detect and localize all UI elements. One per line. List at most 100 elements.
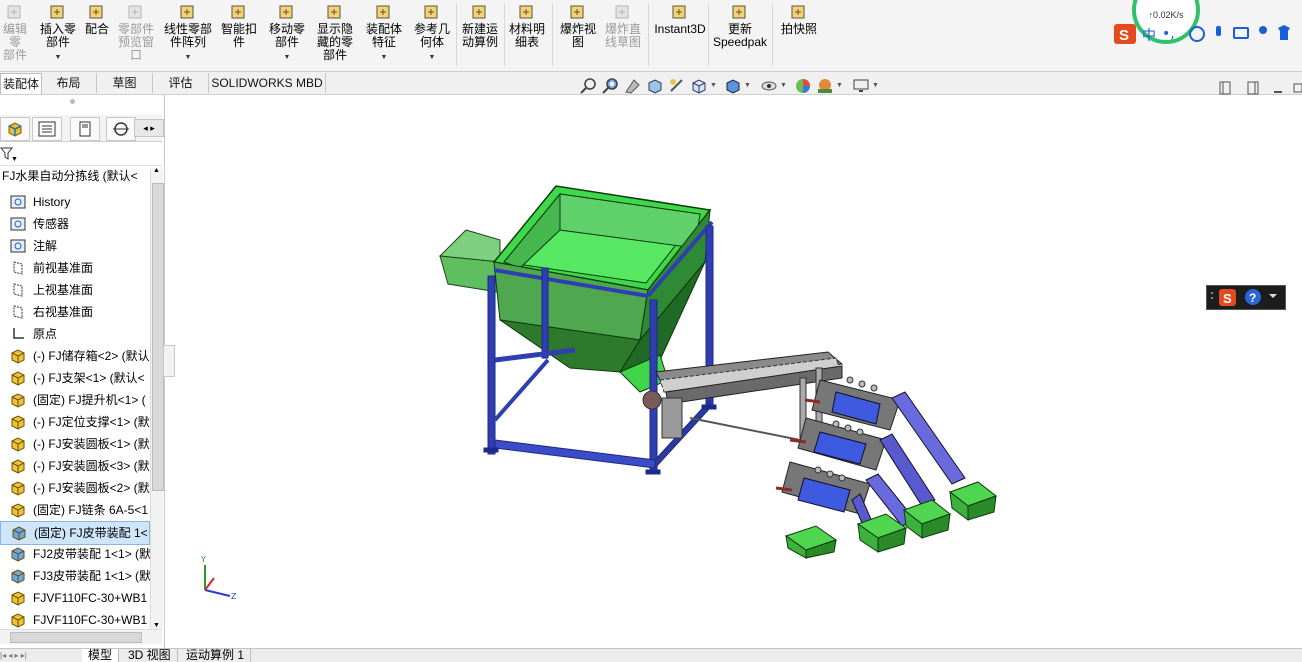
instant3d-icon bbox=[672, 5, 686, 19]
filter-funnel-icon[interactable]: ▼ bbox=[0, 145, 18, 163]
part-icon bbox=[11, 481, 25, 496]
tree-node[interactable]: History bbox=[0, 191, 148, 213]
ribbon-button-8[interactable]: 装配体 特征 ▼ bbox=[362, 0, 406, 70]
property-manager-tab-icon[interactable] bbox=[32, 117, 62, 141]
tree-node[interactable]: 注解 bbox=[0, 235, 148, 257]
apply-scene-icon[interactable] bbox=[816, 77, 834, 95]
tab-assembly[interactable]: 装配体 bbox=[0, 73, 42, 94]
chevron-down-icon[interactable]: ▼ bbox=[780, 82, 787, 89]
tree-node[interactable]: 上视基准面 bbox=[0, 279, 148, 301]
ribbon-button-3[interactable]: 零部件 预览窗 口 bbox=[116, 0, 156, 70]
chevron-down-icon[interactable]: ▼ bbox=[264, 51, 310, 64]
view-orientation-icon[interactable] bbox=[690, 77, 708, 95]
tree-node-label: History bbox=[33, 195, 71, 209]
tab-nav-arrows[interactable]: |◂ ◂ ▸ ▸| bbox=[0, 649, 76, 662]
tree-node[interactable]: 传感器 bbox=[0, 213, 148, 235]
tree-node[interactable]: (-) FJ定位支撑<1> (默 bbox=[0, 411, 150, 433]
previous-view-icon[interactable] bbox=[624, 77, 642, 95]
graphics-area[interactable]: Y Z bbox=[165, 100, 1302, 646]
subassembly-icon bbox=[11, 569, 25, 584]
ime-toolbar-icons: S 中 •, bbox=[1114, 24, 1290, 44]
ribbon-button-16[interactable]: 拍快照 bbox=[778, 0, 820, 70]
part-icon bbox=[11, 591, 25, 606]
tree-node-label: 前视基准面 bbox=[33, 261, 94, 275]
tree-hscroll-thumb[interactable] bbox=[10, 632, 142, 643]
ribbon-button-14[interactable]: Instant3D bbox=[652, 0, 708, 70]
feature-manager-panel: ◂ ▸ ▼ FJ水果自动分拣线 (默认< History 传感器 注解前视基准面上视… bbox=[0, 95, 175, 648]
ribbon-button-13[interactable]: 爆炸直 线草图 bbox=[602, 0, 644, 70]
ribbon-separator bbox=[772, 4, 773, 66]
viewport-controls-icons[interactable] bbox=[1218, 80, 1302, 96]
section-view-icon[interactable] bbox=[646, 77, 664, 95]
ribbon-button-6[interactable]: 移动零 部件 ▼ bbox=[264, 0, 310, 70]
chevron-down-icon[interactable]: ▼ bbox=[836, 82, 843, 89]
tree-node[interactable]: 右视基准面 bbox=[0, 301, 148, 323]
dimxpert-tab-icon[interactable] bbox=[106, 117, 136, 141]
chevron-down-icon[interactable]: ▼ bbox=[36, 51, 80, 64]
ribbon-button-label: 爆炸直 线草图 bbox=[604, 22, 641, 49]
ribbon-button-10[interactable]: 新建运 动算例 bbox=[458, 0, 502, 70]
tab-solidworks-mbd[interactable]: SOLIDWORKS MBD bbox=[209, 73, 326, 93]
ribbon-button-7[interactable]: 显示隐 藏的零 部件 bbox=[312, 0, 358, 70]
tab-motion-study[interactable]: 运动算例 1 bbox=[180, 649, 252, 662]
tab-model[interactable]: 模型 bbox=[82, 649, 120, 662]
view-settings-monitor-icon[interactable] bbox=[852, 77, 870, 95]
ribbon-button-4[interactable]: 线性零部 件阵列 ▼ bbox=[160, 0, 216, 70]
ribbon-button-15[interactable]: 更新 Speedpak bbox=[712, 0, 768, 70]
scroll-down-arrow-icon[interactable]: ▼ bbox=[153, 622, 160, 629]
tree-node[interactable]: (-) FJ储存箱<2> (默认 bbox=[0, 345, 150, 367]
tab-evaluate[interactable]: 评估 bbox=[153, 73, 209, 93]
tree-node[interactable]: FJ3皮带装配 1<1> (默 bbox=[0, 565, 150, 587]
feature-tree: History 传感器 注解前视基准面上视基准面 右视基准面 原点 (-) FJ储存箱<2… bbox=[0, 191, 150, 629]
scroll-up-arrow-icon[interactable]: ▲ bbox=[153, 167, 160, 174]
svg-text:S: S bbox=[1119, 27, 1129, 44]
tab-3d-view[interactable]: 3D 视图 bbox=[122, 649, 178, 662]
chevron-down-icon[interactable]: ▼ bbox=[710, 82, 717, 89]
tree-node[interactable]: FJ2皮带装配 1<1> (默 bbox=[0, 543, 150, 565]
dynamic-annotation-icon[interactable] bbox=[668, 77, 686, 95]
chevron-down-icon[interactable]: ▼ bbox=[160, 51, 216, 64]
ribbon-button-11[interactable]: 材料明 细表 bbox=[506, 0, 548, 70]
configuration-manager-tab-icon[interactable] bbox=[70, 117, 100, 141]
chevron-down-icon[interactable]: ▼ bbox=[362, 51, 406, 64]
chevron-down-icon[interactable]: ▼ bbox=[744, 82, 751, 89]
tree-node-label: FJVF110FC-30+WB1 bbox=[33, 591, 148, 605]
tree-scrollbar-thumb[interactable] bbox=[152, 183, 164, 491]
tab-layout[interactable]: 布局 bbox=[41, 73, 97, 93]
tree-node[interactable]: 原点 bbox=[0, 323, 148, 345]
ribbon-button-5[interactable]: 智能扣 件 bbox=[218, 0, 260, 70]
tree-node[interactable]: (固定) FJ提升机<1> ( bbox=[0, 389, 148, 411]
tree-root-assembly[interactable]: FJ水果自动分拣线 (默认< bbox=[0, 165, 150, 187]
tree-node[interactable]: 前视基准面 bbox=[0, 257, 148, 279]
zoom-to-fit-icon[interactable] bbox=[580, 77, 598, 95]
ribbon-button-label: 新建运 动算例 bbox=[461, 22, 498, 49]
chevron-down-icon[interactable]: ▼ bbox=[410, 51, 454, 64]
chevron-down-icon[interactable]: ▼ bbox=[872, 82, 879, 89]
tree-node[interactable]: (-) FJ安装圆板<3> (默 bbox=[0, 455, 150, 477]
tree-horizontal-scrollbar[interactable] bbox=[0, 629, 162, 644]
tree-node[interactable]: FJVF110FC-30+WB1 bbox=[0, 587, 148, 609]
zoom-to-area-icon[interactable] bbox=[602, 77, 620, 95]
ribbon-button-9[interactable]: 参考几 何体 ▼ bbox=[410, 0, 454, 70]
tree-node[interactable]: (-) FJ安装圆板<1> (默 bbox=[0, 433, 150, 455]
tab-sketch[interactable]: 草图 bbox=[97, 73, 153, 93]
part-icon bbox=[11, 415, 25, 430]
tree-node[interactable]: FJVF110FC-30+WB1 bbox=[0, 609, 148, 629]
tree-vertical-scrollbar[interactable]: ▲ ▼ bbox=[150, 167, 164, 629]
hide-show-items-icon[interactable] bbox=[760, 77, 778, 95]
feature-manager-tab-icon[interactable] bbox=[0, 117, 30, 141]
ribbon-button-2[interactable]: 配合 bbox=[82, 0, 112, 70]
panel-grip[interactable] bbox=[70, 99, 75, 104]
panel-tab-scroll-arrows[interactable]: ◂ ▸ bbox=[134, 119, 164, 137]
keyboard-icon bbox=[1233, 27, 1249, 39]
tree-node[interactable]: (-) FJ安装圆板<2> (默 bbox=[0, 477, 150, 499]
ribbon-button-0[interactable]: 编辑零 部件 bbox=[0, 0, 30, 70]
edit-appearance-icon[interactable] bbox=[794, 77, 812, 95]
ribbon-button-12[interactable]: 爆炸视 图 bbox=[556, 0, 600, 70]
tree-node[interactable]: (-) FJ支架<1> (默认< bbox=[0, 367, 148, 389]
tree-node[interactable]: (固定) FJ链条 6A-5<1 bbox=[0, 499, 148, 521]
ribbon-button-1[interactable]: 插入零 部件 ▼ bbox=[36, 0, 80, 70]
tree-node-label: (-) FJ支架<1> (默认< bbox=[33, 371, 145, 385]
display-style-icon[interactable] bbox=[724, 77, 742, 95]
tree-node[interactable]: (固定) FJ皮带装配 1< bbox=[0, 521, 150, 545]
